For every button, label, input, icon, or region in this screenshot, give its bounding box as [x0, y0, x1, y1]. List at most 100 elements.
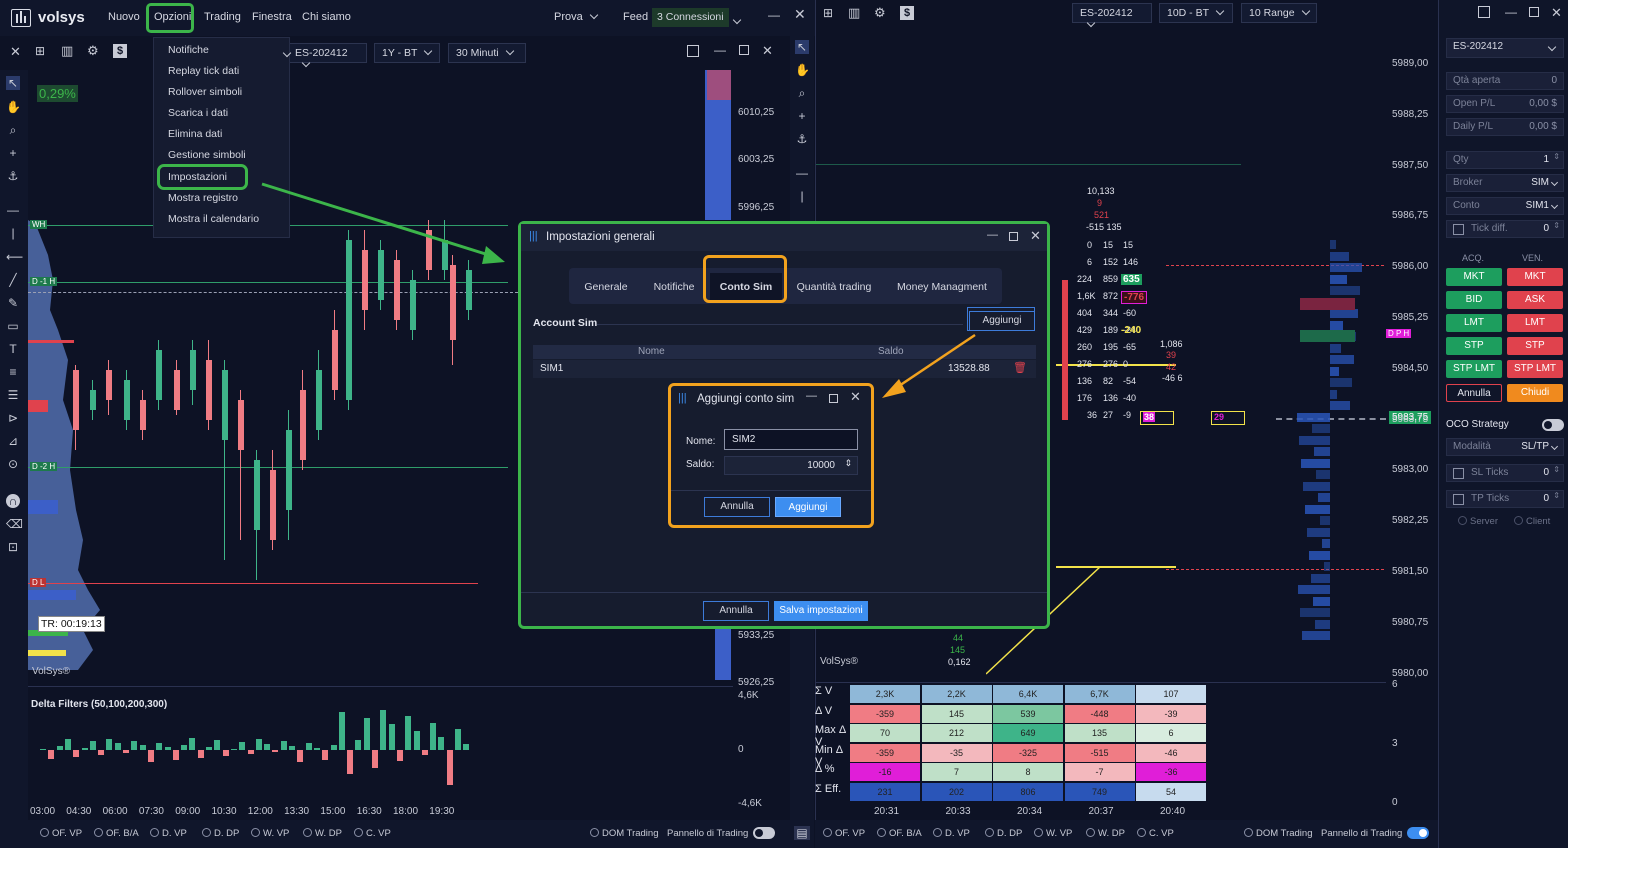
eraser-icon[interactable]: ⌫ — [6, 517, 23, 531]
tp-checkbox[interactable] — [1453, 494, 1464, 505]
mid-panel-icon[interactable]: ▤ — [794, 826, 810, 840]
settings-cancel-button[interactable]: Annulla — [703, 601, 769, 621]
buy-stp-lmt-button[interactable]: STP LMT — [1446, 360, 1502, 378]
ladder-ask-highlight — [1300, 298, 1355, 310]
delta-bar — [206, 746, 212, 750]
r-status-dvp[interactable]: D. VP — [933, 828, 970, 839]
ladder-row — [1297, 412, 1330, 422]
buy-bid-button[interactable]: BID — [1446, 291, 1502, 309]
conto-select[interactable]: Conto SIM1 — [1446, 197, 1564, 215]
r-status-wdp[interactable]: W. DP — [1086, 828, 1125, 839]
stat-cell: 2,2K — [921, 685, 992, 703]
fp-delta: -9 — [1123, 410, 1132, 420]
ladder-row — [1330, 286, 1360, 295]
buy-lmt-button[interactable]: LMT — [1446, 314, 1502, 332]
panel-symbol-select[interactable]: ES-202412 — [1446, 38, 1564, 58]
delta-bar — [355, 740, 362, 750]
settings-close-icon[interactable]: ✕ — [1030, 228, 1041, 244]
buy-mkt-button[interactable]: MKT — [1446, 268, 1502, 286]
time-label-5: 10:30 — [211, 806, 237, 817]
client-radio[interactable]: Client — [1514, 516, 1550, 527]
settings-maximize-icon[interactable] — [1009, 232, 1018, 241]
right-dom-trading[interactable]: DOM Trading — [1244, 828, 1313, 839]
buy-stp-button[interactable]: STP — [1446, 337, 1502, 355]
magnet-icon[interactable]: ∩ — [6, 494, 20, 508]
trash-icon[interactable]: 🗑 — [1013, 361, 1027, 374]
sell-ask-button[interactable]: ASK — [1507, 291, 1563, 309]
qty-field[interactable]: Qty 1 ⇕ — [1446, 151, 1564, 169]
sl-ticks-field[interactable]: SL Ticks 0 ⇕ — [1446, 464, 1564, 482]
right-panel-toggle[interactable] — [1407, 827, 1429, 839]
left-panel-toggle[interactable] — [753, 827, 775, 839]
sell-stp-button[interactable]: STP — [1507, 337, 1563, 355]
chiudi-button[interactable]: Chiudi — [1507, 384, 1563, 402]
delta-bar — [338, 711, 345, 750]
add-cancel-button[interactable]: Annulla — [704, 497, 770, 517]
add-confirm-button[interactable]: Aggiungi — [775, 497, 841, 517]
l-status-wvp[interactable]: W. VP — [251, 828, 289, 839]
r-status-ddp[interactable]: D. DP — [985, 828, 1022, 839]
modalita-select[interactable]: Modalità SL/TP — [1446, 438, 1564, 456]
alert-icon[interactable]: ⊙ — [6, 457, 20, 471]
l-status-ofvp[interactable]: OF. VP — [40, 828, 82, 839]
nome-input[interactable]: SIM2 — [724, 429, 858, 450]
sell-mkt-button[interactable]: MKT — [1507, 268, 1563, 286]
sell-stp-lmt-button[interactable]: STP LMT — [1507, 360, 1563, 378]
stat-cell: -7 — [1064, 763, 1135, 782]
delta-bar — [313, 747, 320, 750]
saldo-stepper-icon[interactable]: ⇕ — [844, 458, 852, 469]
server-radio[interactable]: Server — [1458, 516, 1498, 527]
candle — [254, 460, 260, 530]
save-settings-button[interactable]: Salva impostazioni — [774, 601, 868, 621]
annulla-button[interactable]: Annulla — [1446, 384, 1502, 402]
l-status-cvp[interactable]: C. VP — [354, 828, 391, 839]
stat-cell: -359 — [850, 743, 920, 762]
stat-cell: -515 — [1064, 743, 1135, 762]
stat-cell: 806 — [993, 783, 1063, 801]
add-maximize-icon[interactable] — [829, 394, 838, 403]
p-window-icon[interactable] — [1478, 6, 1490, 18]
fp-bid: 176 — [1077, 393, 1093, 403]
r-status-wvp[interactable]: W. VP — [1034, 828, 1072, 839]
bottom-label-0: 44 — [953, 633, 964, 643]
l-status-dvp[interactable]: D. VP — [150, 828, 187, 839]
tp-ticks-field[interactable]: TP Ticks 0 ⇕ — [1446, 490, 1564, 508]
candle — [270, 470, 276, 540]
sl-checkbox[interactable] — [1453, 468, 1464, 479]
tick-diff-checkbox[interactable] — [1453, 224, 1464, 235]
daily-pl-field: Daily P/L 0,00 $ — [1446, 118, 1564, 136]
p-minimize-icon[interactable]: — — [1505, 5, 1517, 19]
sell-lmt-button[interactable]: LMT — [1507, 314, 1563, 332]
right-price-7: 5983,75 — [1392, 413, 1429, 425]
oco-label: OCO Strategy — [1446, 419, 1509, 430]
right-period-select[interactable]: 10D - BT — [1159, 3, 1233, 23]
fp-bid: 404 — [1077, 308, 1093, 318]
delta-bar — [264, 743, 271, 750]
profile-icon[interactable]: ⊿ — [6, 434, 20, 448]
tick-diff-field[interactable]: Tick diff. 0 ⇕ — [1446, 220, 1564, 238]
r-status-ofba[interactable]: OF. B/A — [877, 828, 922, 839]
oco-toggle[interactable] — [1542, 419, 1564, 431]
stat-cell: -325 — [993, 743, 1063, 762]
l-status-ddp[interactable]: D. DP — [202, 828, 239, 839]
fp-bid: 276 — [1077, 359, 1093, 369]
right-symbol-select[interactable]: ES-202412 — [1072, 3, 1152, 28]
p-maximize-icon[interactable] — [1529, 7, 1539, 17]
r-status-ofvp[interactable]: OF. VP — [823, 828, 865, 839]
broker-select[interactable]: Broker SIM — [1446, 174, 1564, 192]
p-close-icon[interactable]: ✕ — [1551, 5, 1562, 21]
add-close-icon[interactable]: ✕ — [850, 389, 861, 405]
fp-mid-2: 42 — [1166, 362, 1177, 372]
r-status-cvp[interactable]: C. VP — [1137, 828, 1174, 839]
add-minimize-icon[interactable]: — — [806, 390, 817, 402]
saldo-input[interactable]: 10000 ⇕ — [724, 456, 858, 475]
right-range-select[interactable]: 10 Range — [1241, 3, 1317, 23]
stat-cell: 54 — [1136, 783, 1206, 801]
lock-icon[interactable]: ⊡ — [6, 540, 20, 554]
l-status-ofba[interactable]: OF. B/A — [94, 828, 139, 839]
add-dialog-title: Aggiungi conto sim — [697, 393, 795, 405]
fp-bid: 429 — [1077, 325, 1093, 335]
l-status-wdp[interactable]: W. DP — [303, 828, 342, 839]
left-dom-trading[interactable]: DOM Trading — [590, 828, 659, 839]
fp-delta: -65 — [1123, 342, 1137, 352]
